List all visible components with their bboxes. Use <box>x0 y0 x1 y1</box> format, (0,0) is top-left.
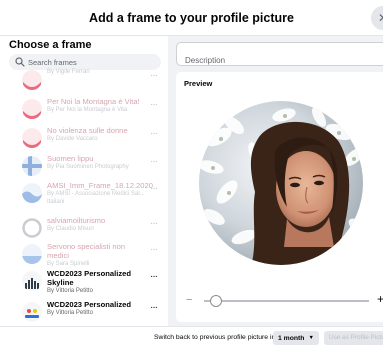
zoom-out-icon[interactable]: − <box>186 294 192 306</box>
frame-text: salviamoilturismo By Claudio Misuri <box>47 216 147 233</box>
frame-author: By Pia Suominen Photography <box>47 164 129 170</box>
frame-text: WCD2023 Personalized By Vittoria Petitto <box>47 300 147 317</box>
more-options-icon[interactable]: ··· <box>150 244 158 255</box>
frame-item[interactable]: WCD2023 Personalized By Vittoria Petitto ·… <box>0 298 168 326</box>
frame-author: By Vigile Ferrari <box>47 69 90 75</box>
dialog-header: Add a frame to your profile picture ✕ <box>0 0 383 36</box>
frame-text: AMSI_Imm_Frame_18.12.2020 By AMSI - Assoc… <box>47 181 153 206</box>
frame-item[interactable]: WCD2023 Personalized Skyline By Vittoria … <box>0 267 168 295</box>
frame-name: Suomen lippu <box>47 154 94 163</box>
dialog-footer: Switch back to previous profile picture … <box>0 326 383 348</box>
more-options-icon[interactable]: ··· <box>150 156 158 167</box>
frame-text: By Vigile Ferrari <box>47 68 147 76</box>
frame-text: Servono specialisti non medici By Sara Sp… <box>47 242 147 268</box>
frame-name: Per Noi la Montagna è Vita! <box>47 97 140 106</box>
frame-item[interactable]: Per Noi la Montagna è Vita! By Per Noi la… <box>0 95 168 123</box>
frame-text: No violenza sulle donne By Davide Vaccaro <box>47 126 147 143</box>
choose-frame-heading: Choose a frame <box>9 39 92 51</box>
zoom-slider-track[interactable] <box>204 300 369 302</box>
frame-author: By Per Noi la Montagna è Vita <box>47 107 128 113</box>
add-frame-dialog: Add a frame to your profile picture ✕ Ch… <box>0 0 383 348</box>
frame-item[interactable]: No violenza sulle donne By Davide Vaccaro… <box>0 124 168 152</box>
switch-back-label: Switch back to previous profile picture … <box>154 334 276 341</box>
more-options-icon[interactable]: ··· <box>150 99 158 110</box>
close-icon: ✕ <box>378 11 383 25</box>
zoom-slider[interactable]: − + <box>184 292 383 308</box>
frame-thumbnail <box>22 70 42 90</box>
frame-name: No violenza sulle donne <box>47 126 128 135</box>
frame-thumbnail <box>22 302 42 322</box>
frame-thumbnail <box>22 218 42 238</box>
description-box[interactable] <box>176 42 383 66</box>
frame-thumbnail <box>22 128 42 148</box>
frame-text: Per Noi la Montagna è Vita! By Per Noi la… <box>47 97 147 114</box>
frame-thumbnail <box>22 156 42 176</box>
frame-text: WCD2023 Personalized Skyline By Vittoria … <box>47 269 147 295</box>
frame-name: WCD2023 Personalized Skyline <box>47 269 131 287</box>
frame-name: AMSI_Imm_Frame_18.12.2020 <box>47 181 153 190</box>
more-options-icon[interactable]: ··· <box>150 70 158 81</box>
frame-item[interactable]: By Vigile Ferrari ··· <box>0 66 168 94</box>
chevron-down-icon: ▼ <box>308 335 314 341</box>
close-button[interactable]: ✕ <box>371 6 383 30</box>
frame-author: By Vittoria Petitto <box>47 310 93 316</box>
zoom-slider-handle[interactable] <box>210 295 223 307</box>
preview-card: Preview − + <box>176 72 383 322</box>
preview-label: Preview <box>184 79 213 88</box>
more-options-icon[interactable]: ··· <box>150 183 158 194</box>
zoom-in-icon[interactable]: + <box>377 292 383 306</box>
frame-thumbnail <box>22 183 42 203</box>
description-input[interactable] <box>185 56 375 65</box>
more-options-icon[interactable]: ··· <box>150 302 158 313</box>
frame-item[interactable]: AMSI_Imm_Frame_18.12.2020 By AMSI - Assoc… <box>0 179 168 207</box>
frame-text: Suomen lippu By Pia Suominen Photography <box>47 154 147 171</box>
preview-panel: Preview <box>168 36 383 326</box>
more-options-icon[interactable]: ··· <box>150 218 158 229</box>
duration-value: 1 month <box>278 334 305 342</box>
more-options-icon[interactable]: ··· <box>150 271 158 282</box>
frame-thumbnail <box>22 99 42 119</box>
frame-name: Servono specialisti non medici <box>47 242 126 260</box>
frame-author: By AMSI - Associazione Medici Sal... Ita… <box>47 191 145 205</box>
frame-thumbnail <box>22 244 42 264</box>
frame-name: WCD2023 Personalized <box>47 300 131 309</box>
frame-item[interactable]: salviamoilturismo By Claudio Misuri ··· <box>0 214 168 242</box>
frame-thumbnail <box>22 271 42 291</box>
frame-author: By Claudio Misuri <box>47 226 94 232</box>
frame-author: By Vittoria Petitto <box>47 288 93 294</box>
frame-item[interactable]: Suomen lippu By Pia Suominen Photography ·… <box>0 152 168 180</box>
profile-photo-preview[interactable] <box>189 97 376 272</box>
dialog-title: Add a frame to your profile picture <box>89 10 294 25</box>
duration-dropdown[interactable]: 1 month ▼ <box>273 331 319 345</box>
frame-picker-panel: Choose a frame By Vigile Ferrari···Per N… <box>0 36 168 326</box>
frame-item[interactable]: Servono specialisti non medici By Sara Sp… <box>0 240 168 268</box>
more-options-icon[interactable]: ··· <box>150 128 158 139</box>
frame-name: salviamoilturismo <box>47 216 106 225</box>
use-as-profile-picture-button[interactable]: Use as Profile Picture <box>324 331 383 345</box>
frame-author: By Davide Vaccaro <box>47 136 98 142</box>
